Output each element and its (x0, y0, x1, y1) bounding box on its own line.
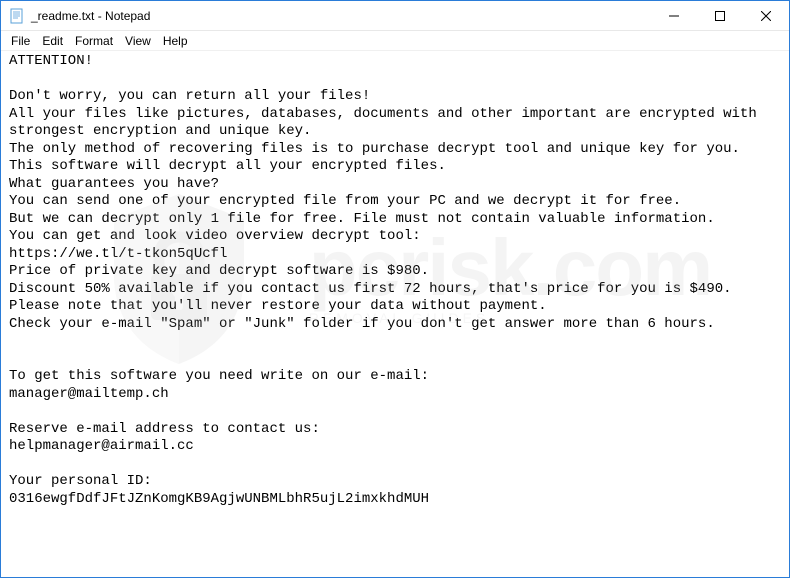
text-area[interactable]: ATTENTION! Don't worry, you can return a… (1, 51, 789, 577)
notepad-window: _readme.txt - Notepad File Edit Format V… (0, 0, 790, 578)
window-controls (651, 1, 789, 30)
close-button[interactable] (743, 1, 789, 30)
menubar: File Edit Format View Help (1, 31, 789, 51)
menu-edit[interactable]: Edit (36, 32, 69, 50)
window-title: _readme.txt - Notepad (31, 9, 651, 23)
notepad-icon (9, 8, 25, 24)
titlebar: _readme.txt - Notepad (1, 1, 789, 31)
minimize-button[interactable] (651, 1, 697, 30)
maximize-button[interactable] (697, 1, 743, 30)
menu-view[interactable]: View (119, 32, 157, 50)
menu-help[interactable]: Help (157, 32, 194, 50)
menu-format[interactable]: Format (69, 32, 119, 50)
menu-file[interactable]: File (5, 32, 36, 50)
